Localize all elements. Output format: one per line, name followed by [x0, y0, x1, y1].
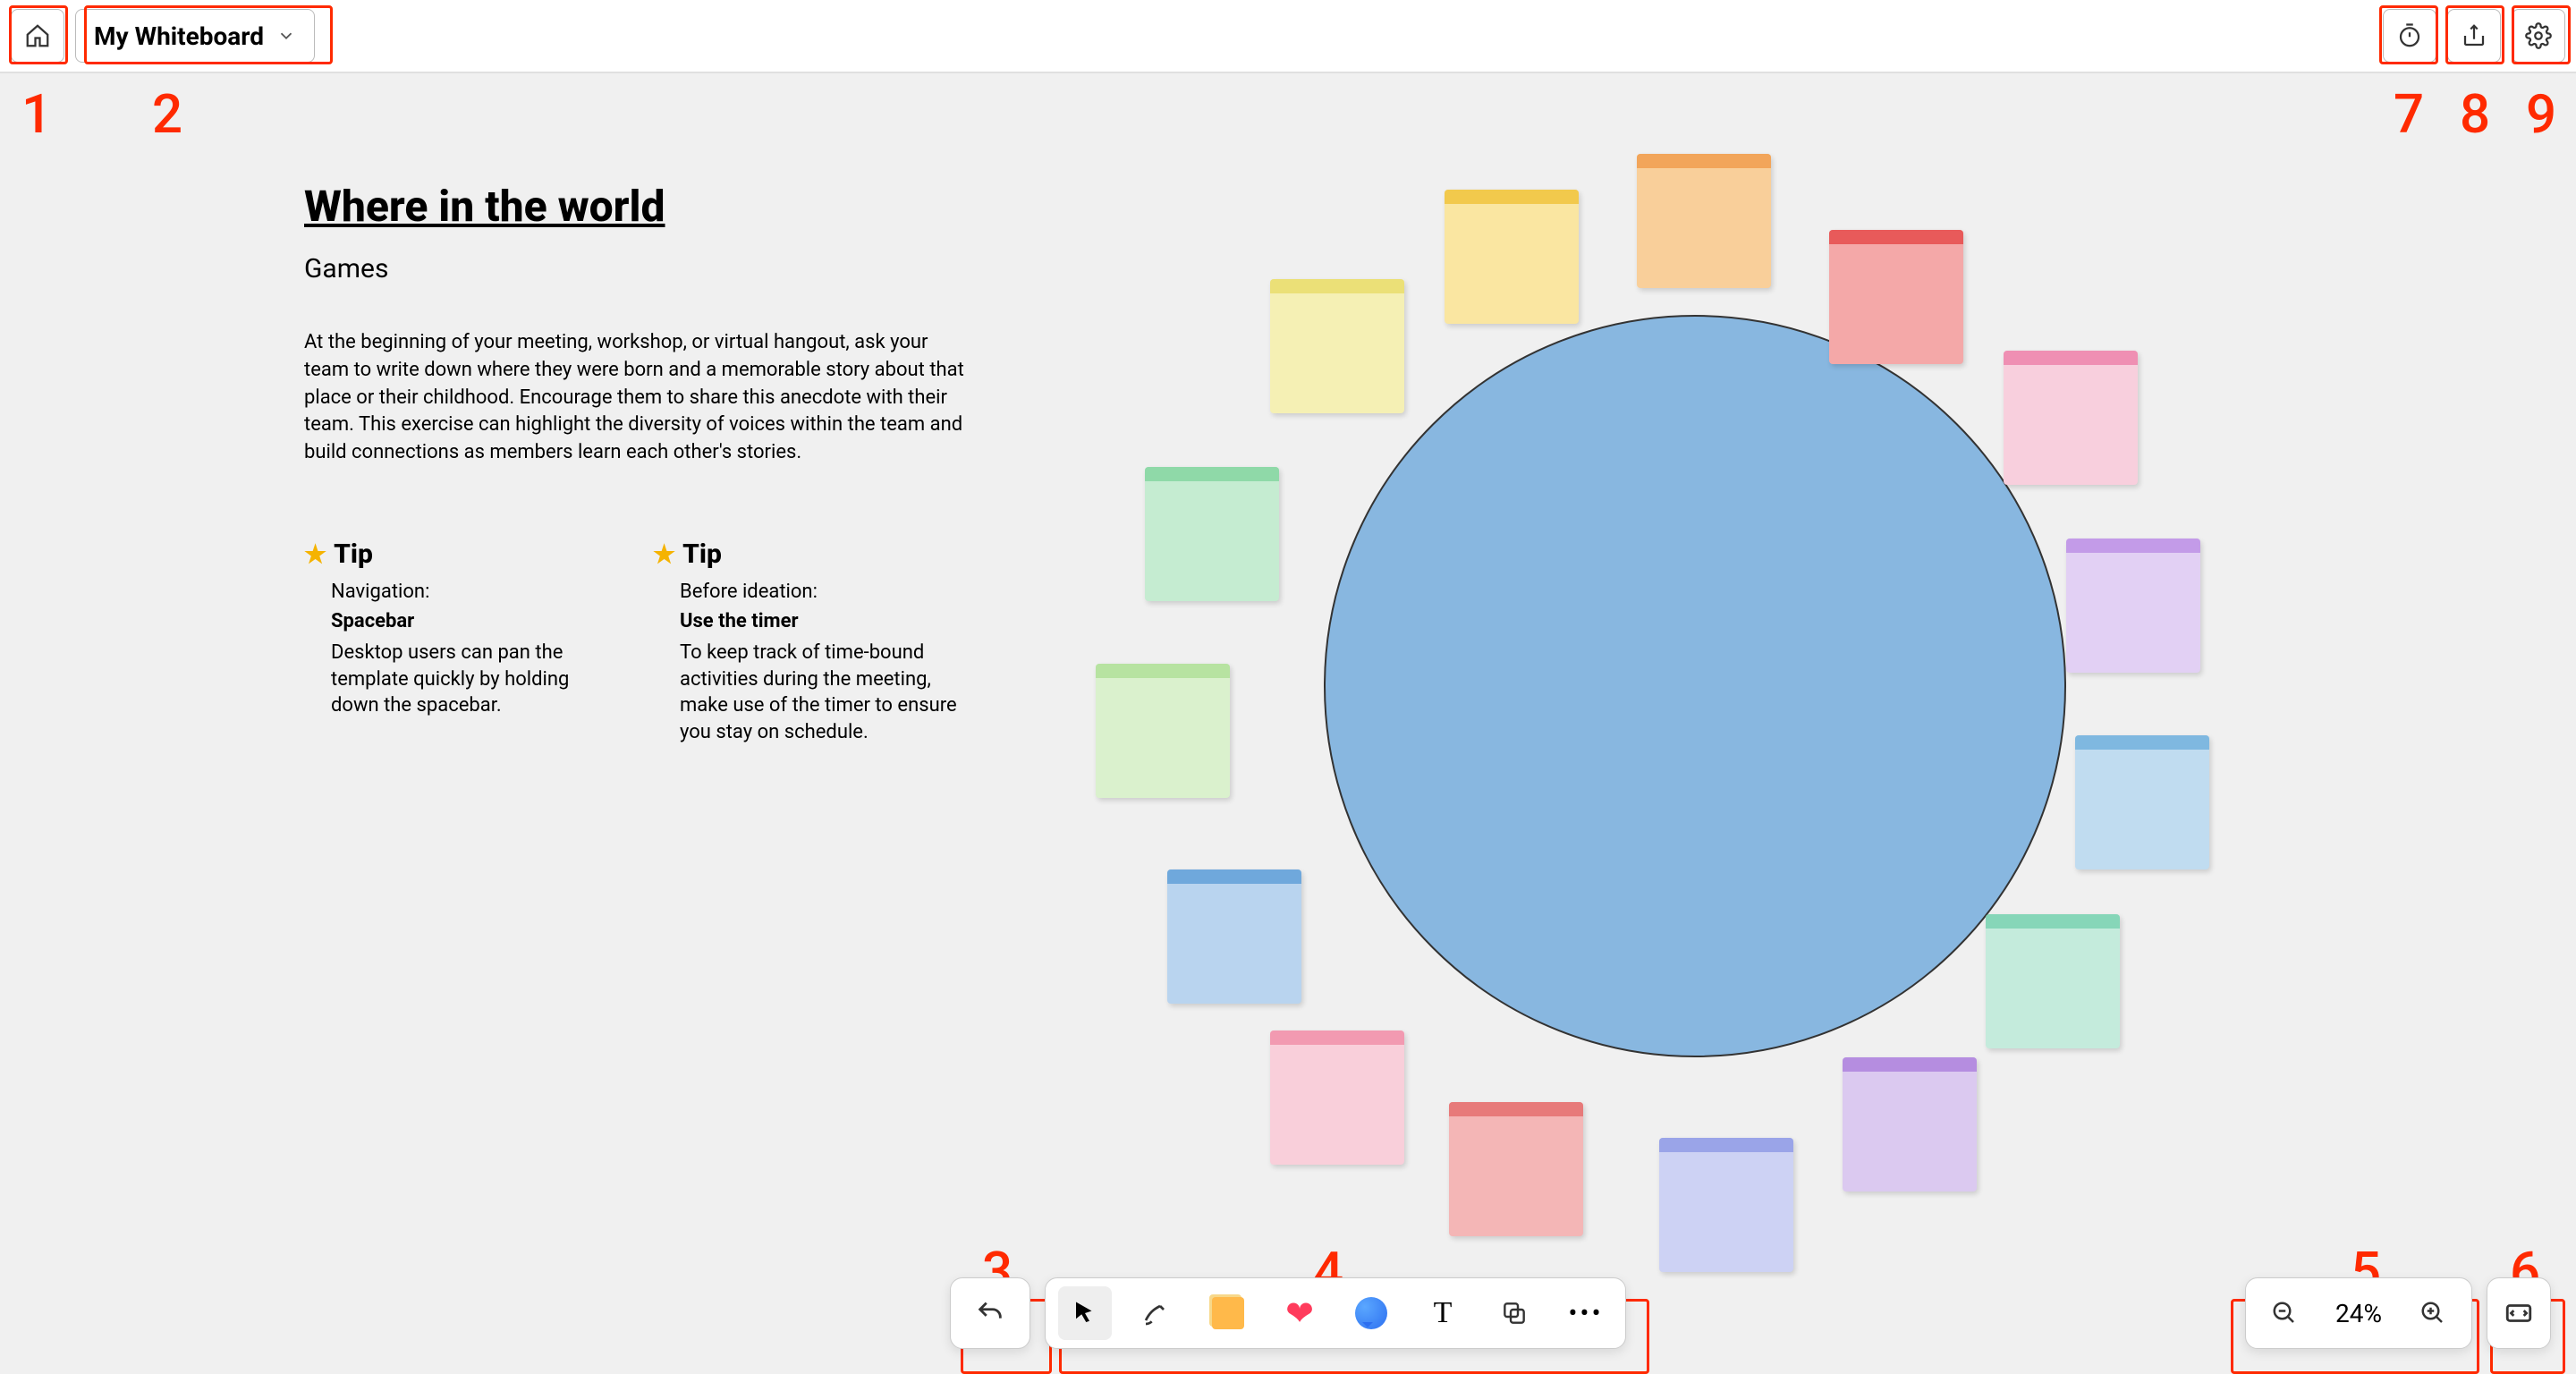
sticky-note[interactable]	[1449, 1102, 1583, 1236]
bottom-toolbar: ❤ T •••	[950, 1277, 1626, 1349]
share-button[interactable]	[2447, 9, 2501, 63]
undo-icon	[975, 1298, 1005, 1328]
home-icon	[24, 22, 51, 49]
sticky-note[interactable]	[1637, 154, 1771, 288]
sticky-note[interactable]	[1829, 230, 1963, 364]
zoom-out-icon	[2271, 1300, 2298, 1327]
more-tools[interactable]: •••	[1559, 1286, 1613, 1340]
globe-circle[interactable]	[1324, 315, 2066, 1057]
zoom-in-icon	[2419, 1300, 2446, 1327]
timer-button[interactable]	[2383, 9, 2436, 63]
fit-to-screen-button[interactable]	[2496, 1291, 2541, 1336]
home-button[interactable]	[11, 9, 64, 63]
select-tool[interactable]	[1058, 1286, 1112, 1340]
template-title: Where in the world	[304, 181, 984, 232]
timer-icon	[2396, 22, 2423, 49]
sticky-note[interactable]	[2075, 735, 2209, 869]
heart-icon: ❤	[1285, 1293, 1314, 1334]
sticky-note[interactable]	[2004, 351, 2138, 485]
template-description: At the beginning of your meeting, worksh…	[304, 329, 966, 467]
fit-icon	[2504, 1298, 2534, 1328]
text-icon: T	[1434, 1296, 1453, 1330]
sticky-note[interactable]	[1445, 190, 1579, 324]
tools-group: ❤ T •••	[1045, 1277, 1626, 1349]
share-icon	[2461, 22, 2487, 49]
shapes-icon	[1500, 1299, 1529, 1327]
sticky-note[interactable]	[2066, 539, 2200, 673]
star-icon: ★	[653, 539, 675, 569]
sticky-note[interactable]	[1270, 279, 1404, 413]
annotation-8: 8	[2460, 82, 2490, 146]
zoom-in-button[interactable]	[2411, 1291, 2455, 1336]
sticky-note[interactable]	[1167, 869, 1301, 1004]
sticky-note-icon	[1212, 1297, 1244, 1329]
pen-icon	[1142, 1299, 1171, 1327]
sticky-note[interactable]	[1843, 1057, 1977, 1192]
text-tool[interactable]: T	[1416, 1286, 1470, 1340]
annotation-7: 7	[2394, 82, 2424, 146]
reaction-tool[interactable]: ❤	[1273, 1286, 1326, 1340]
annotation-9: 9	[2526, 82, 2556, 146]
sticky-note[interactable]	[1145, 467, 1279, 601]
template-info-panel: Where in the world Games At the beginnin…	[304, 181, 984, 746]
tip-navigation: ★Tip Navigation: Spacebar Desktop users …	[304, 539, 617, 746]
zoom-out-button[interactable]	[2262, 1291, 2307, 1336]
app-header: My Whiteboard	[0, 0, 2576, 73]
undo-button[interactable]	[963, 1286, 1017, 1340]
sticky-note[interactable]	[1096, 664, 1230, 798]
sticky-note-tool[interactable]	[1201, 1286, 1255, 1340]
sticky-note[interactable]	[1270, 1030, 1404, 1165]
whiteboard-canvas[interactable]: Where in the world Games At the beginnin…	[0, 73, 2576, 1369]
undo-group	[950, 1277, 1030, 1349]
board-title: My Whiteboard	[94, 21, 264, 51]
sticky-note[interactable]	[1986, 914, 2120, 1048]
board-title-dropdown[interactable]: My Whiteboard	[75, 9, 315, 63]
cursor-icon	[1072, 1300, 1098, 1327]
zoom-controls: 24%	[2245, 1277, 2551, 1349]
tip-timer: ★Tip Before ideation: Use the timer To k…	[653, 539, 966, 746]
sticky-note[interactable]	[1659, 1138, 1793, 1272]
zoom-level[interactable]: 24%	[2323, 1299, 2394, 1328]
gear-icon	[2525, 22, 2552, 49]
shapes-tool[interactable]	[1487, 1286, 1541, 1340]
chevron-down-icon	[276, 26, 296, 46]
more-icon: •••	[1568, 1298, 1603, 1329]
annotation-2: 2	[152, 82, 182, 146]
comment-tool[interactable]	[1344, 1286, 1398, 1340]
star-icon: ★	[304, 539, 326, 569]
chat-bubble-icon	[1355, 1297, 1387, 1329]
annotation-1: 1	[21, 82, 52, 146]
template-category: Games	[304, 253, 984, 284]
ink-tool[interactable]	[1130, 1286, 1183, 1340]
settings-button[interactable]	[2512, 9, 2565, 63]
